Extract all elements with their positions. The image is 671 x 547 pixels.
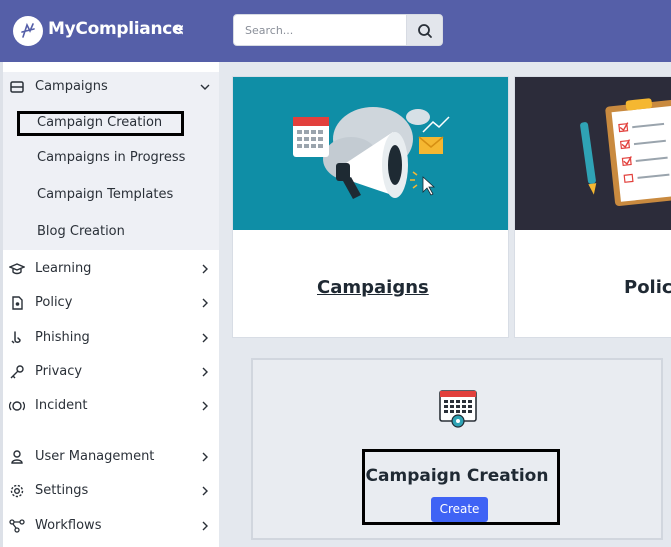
sidebar-item-label: Incident (35, 398, 88, 413)
sidebar-subitem-campaigns-in-progress[interactable]: Campaigns in Progress (37, 150, 185, 165)
campaigns-icon (10, 81, 24, 93)
chevron-right-icon (202, 401, 208, 411)
incident-icon (9, 401, 25, 411)
sidebar-item-privacy[interactable]: Privacy (0, 359, 219, 385)
chevron-right-icon (202, 521, 208, 531)
sidebar-item-settings[interactable]: Settings (0, 478, 219, 504)
workflow-icon (9, 519, 25, 533)
sidebar-item-label: Phishing (35, 330, 90, 345)
search-icon (418, 24, 432, 38)
sidebar-item-campaigns[interactable]: Campaigns (0, 74, 219, 100)
gear-icon (10, 484, 24, 498)
search-button[interactable] (406, 14, 443, 46)
app-logo-icon[interactable] (13, 16, 43, 46)
top-header: MyCompliance « Search... (0, 0, 671, 62)
policy-card-title[interactable]: Policy (624, 277, 671, 298)
campaigns-card-title[interactable]: Campaigns (317, 277, 429, 298)
sidebar-subitem-campaign-templates[interactable]: Campaign Templates (37, 187, 173, 202)
sidebar-item-label: Campaigns (35, 79, 108, 94)
sidebar-edge (0, 62, 3, 547)
sidebar-item-label: Learning (35, 261, 92, 276)
key-icon (10, 365, 24, 379)
user-management-icon (11, 450, 23, 464)
sidebar-item-label: Settings (35, 483, 89, 498)
chevron-right-icon (202, 264, 208, 274)
hook-icon (11, 331, 21, 344)
chevron-right-icon (202, 333, 208, 343)
clipboard-checklist-illustration (515, 77, 671, 230)
collapse-sidebar-icon[interactable]: « (172, 16, 185, 42)
search-input[interactable]: Search... (233, 14, 407, 46)
sidebar-item-policy[interactable]: Policy (0, 290, 219, 316)
create-highlight-box (362, 449, 560, 525)
sidebar-item-label: Policy (35, 295, 73, 310)
sidebar-item-label: User Management (35, 449, 155, 464)
sidebar-item-label: Privacy (35, 364, 83, 379)
graduation-cap-icon (9, 263, 25, 275)
sidebar-item-phishing[interactable]: Phishing (0, 325, 219, 351)
policy-card[interactable]: Policy (514, 76, 671, 338)
sidebar-item-incident[interactable]: Incident (0, 393, 219, 419)
chevron-right-icon (202, 486, 208, 496)
policy-icon (12, 296, 23, 310)
chevron-down-icon (200, 84, 210, 90)
sidebar-item-label: Workflows (35, 518, 102, 533)
main-content: Campaigns Polic Campaign Creation Create (219, 62, 671, 547)
campaigns-card[interactable]: Campaigns (232, 76, 509, 338)
megaphone-illustration (233, 77, 508, 230)
sidebar: Campaigns Campaign Creation Campaigns in… (0, 62, 219, 547)
chevron-right-icon (202, 298, 208, 308)
app-name: MyCompliance (48, 19, 184, 39)
calendar-gear-icon (439, 390, 477, 428)
sidebar-item-user-management[interactable]: User Management (0, 444, 219, 470)
selection-highlight-box (17, 111, 184, 136)
sidebar-item-learning[interactable]: Learning (0, 256, 219, 282)
chevron-right-icon (202, 452, 208, 462)
chevron-right-icon (202, 367, 208, 377)
sidebar-item-workflows[interactable]: Workflows (0, 513, 219, 539)
sidebar-subitem-blog-creation[interactable]: Blog Creation (37, 224, 125, 239)
